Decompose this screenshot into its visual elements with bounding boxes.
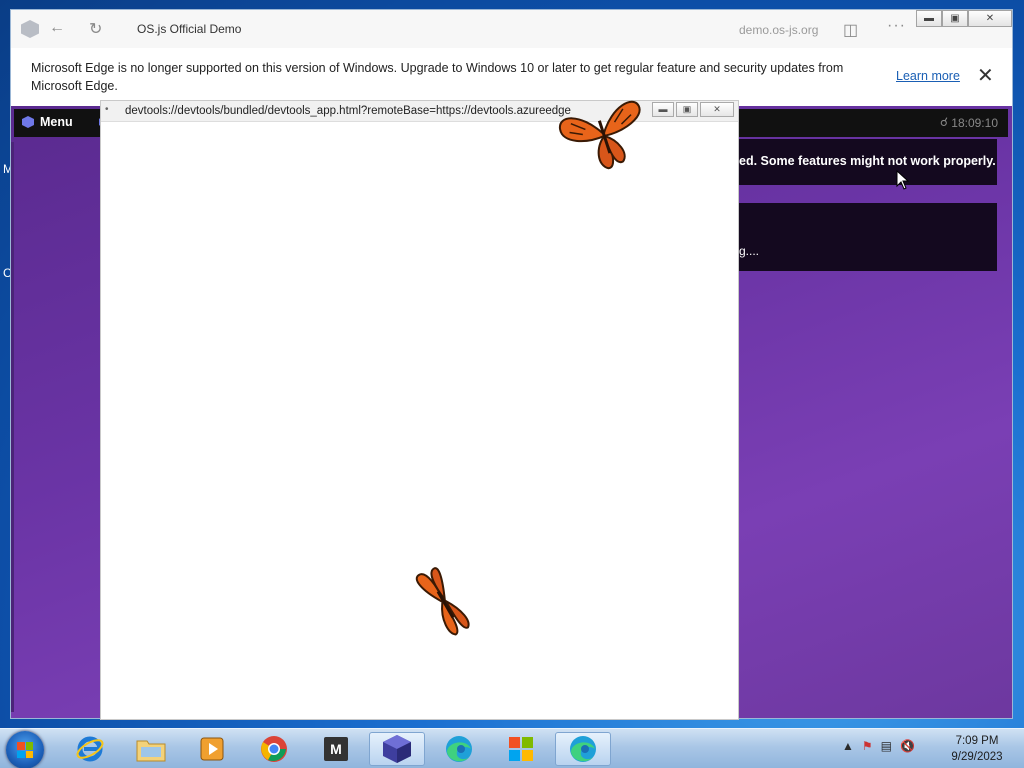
clock-date: 9/29/2023: [951, 751, 1003, 763]
osjs-clock: 18:09:10: [951, 116, 998, 130]
osjs-cube-icon: [383, 735, 411, 763]
system-clock[interactable]: 7:09 PM 9/29/2023: [942, 733, 1012, 765]
file-explorer-taskbar-button[interactable]: [123, 732, 179, 766]
devtools-url: devtools://devtools/bundled/devtools_app…: [125, 105, 571, 117]
butterfly-icon: [559, 100, 641, 170]
notification-text: g....: [739, 244, 760, 258]
minimize-button[interactable]: ▬: [916, 10, 942, 27]
osjs-taskbar-button[interactable]: [369, 732, 425, 766]
m-app-icon: M: [324, 737, 348, 761]
chrome-taskbar-button[interactable]: [246, 732, 302, 766]
folder-icon: [136, 740, 166, 762]
learn-more-link[interactable]: Learn more: [896, 69, 960, 83]
notification-text: ed. Some features might not work properl…: [739, 154, 996, 168]
osjs-logo-icon: [22, 116, 34, 128]
internet-explorer-icon: [76, 736, 104, 762]
infobar-close-icon[interactable]: ✕: [977, 63, 994, 88]
clock-time: 7:09 PM: [955, 735, 999, 747]
close-window-button[interactable]: ✕: [968, 10, 1012, 27]
osjs-menu-button[interactable]: Menu: [22, 115, 111, 129]
left-edge-strip: [11, 142, 14, 712]
refresh-icon[interactable]: ↻: [89, 19, 102, 39]
osjs-favicon-icon: [21, 20, 39, 38]
devtools-minimize-button[interactable]: ▬: [652, 102, 674, 117]
notification-warning[interactable]: ed. Some features might not work properl…: [711, 139, 997, 185]
volume-muted-icon[interactable]: 🔇: [900, 739, 915, 753]
infobar-message: Microsoft Edge is no longer supported on…: [31, 61, 844, 93]
media-player-icon: [200, 737, 224, 761]
url-host[interactable]: demo.os-js.org: [739, 23, 818, 37]
edge-icon: [446, 736, 472, 762]
back-arrow-icon[interactable]: ←: [49, 19, 65, 37]
system-tray: ▲ ⚑ ▤ 🔇: [842, 739, 915, 753]
media-player-taskbar-button[interactable]: [184, 732, 240, 766]
start-button[interactable]: [6, 731, 44, 768]
devtools-close-button[interactable]: ✕: [700, 102, 734, 117]
windows-store-taskbar-button[interactable]: [493, 732, 549, 766]
internet-explorer-taskbar-button[interactable]: [62, 732, 118, 766]
maximize-button[interactable]: ▣: [942, 10, 968, 27]
app-available-icon[interactable]: ◫: [843, 20, 858, 40]
devtools-maximize-button[interactable]: ▣: [676, 102, 698, 117]
edge-taskbar-button[interactable]: [431, 732, 487, 766]
windows-logo-icon: [17, 742, 33, 758]
devtools-bullet: •: [105, 104, 109, 115]
m-app-taskbar-button[interactable]: M: [308, 732, 364, 766]
search-icon[interactable]: ☌: [940, 115, 948, 129]
edge-icon: [570, 736, 596, 762]
mouse-cursor-icon: [896, 170, 910, 190]
windows-taskbar: M ▲ ⚑ ▤ 🔇 7:09 PM 9/29/2023: [0, 728, 1024, 768]
browser-titlebar: ← ↻ OS.js Official Demo demo.os-js.org ◫…: [11, 10, 1012, 48]
window-controls: ▬ ▣ ✕: [916, 10, 1012, 27]
chrome-icon: [261, 736, 287, 762]
edge-active-taskbar-button[interactable]: [555, 732, 611, 766]
show-hidden-icons-icon[interactable]: ▲: [842, 739, 854, 753]
butterfly-icon: [415, 567, 470, 636]
tab-title: OS.js Official Demo: [137, 22, 242, 36]
windows-logo-icon: [509, 737, 533, 761]
network-icon[interactable]: ▤: [881, 739, 892, 753]
notification-loading[interactable]: g....: [711, 203, 997, 271]
menu-label: Menu: [40, 115, 73, 129]
more-options-icon[interactable]: ···: [887, 17, 906, 35]
unsupported-infobar: Microsoft Edge is no longer supported on…: [11, 48, 1012, 107]
devtools-window-controls: ▬ ▣ ✕: [652, 102, 734, 117]
action-center-flag-icon[interactable]: ⚑: [862, 739, 873, 753]
